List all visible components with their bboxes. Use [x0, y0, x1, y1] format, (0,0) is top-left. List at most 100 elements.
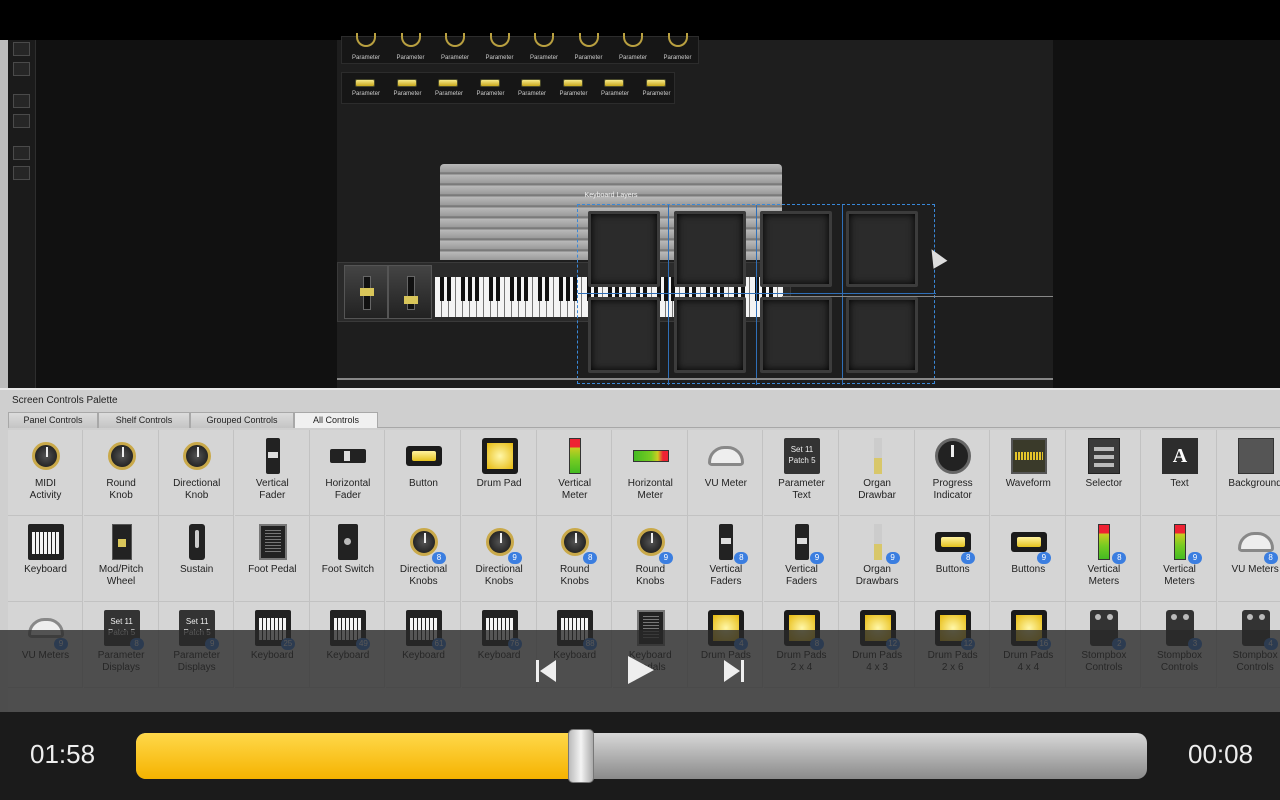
palette-item[interactable]: Waveform [990, 430, 1066, 516]
palette-item[interactable]: Button [386, 430, 461, 516]
palette-item[interactable]: Mod/Pitch Wheel [83, 516, 159, 602]
drum-pads-selection[interactable] [577, 204, 936, 385]
palette-item[interactable]: Foot Switch [310, 516, 386, 602]
button-led-icon [562, 79, 583, 87]
tab-grouped-controls[interactable]: Grouped Controls [190, 412, 294, 428]
tool-icon[interactable] [13, 114, 30, 128]
palette-item[interactable]: Horizontal Fader [310, 430, 386, 516]
palette-item[interactable]: 8 Directional Knobs [386, 516, 461, 602]
tab-panel-controls[interactable]: Panel Controls [8, 412, 98, 428]
palette-item[interactable]: 9 Buttons [990, 516, 1066, 602]
layout-canvas[interactable]: Parameter Parameter Parameter Parameter Para… [36, 33, 1280, 388]
black-key[interactable] [538, 277, 542, 301]
parameter-control[interactable]: Parameter [386, 75, 430, 105]
pitch-wheel[interactable] [344, 265, 388, 319]
parameter-control[interactable]: Parameter [344, 75, 388, 105]
palette-item[interactable]: Vertical Meter [537, 430, 613, 516]
parameter-control[interactable]: Parameter [344, 33, 388, 69]
black-key[interactable] [545, 277, 549, 301]
palette-item[interactable]: Background [1217, 430, 1280, 516]
palette-item[interactable]: 9 Vertical Faders [764, 516, 839, 602]
tool-icon[interactable] [13, 94, 30, 108]
black-key[interactable] [468, 277, 472, 301]
palette-item[interactable]: 9 Organ Drawbars [839, 516, 915, 602]
black-key[interactable] [496, 277, 500, 301]
palette-item[interactable]: Drum Pad [461, 430, 537, 516]
drum-pad[interactable] [846, 211, 918, 287]
panel-workarea[interactable]: Parameter Parameter Parameter Parameter Para… [337, 33, 1053, 388]
tool-icon[interactable] [13, 42, 30, 56]
palette-item[interactable]: Horizontal Meter [612, 430, 688, 516]
palette-item[interactable]: 9 Directional Knobs [461, 516, 537, 602]
scrubber-thumb[interactable] [567, 729, 594, 783]
drum-pad[interactable] [674, 297, 746, 373]
parameter-control[interactable]: Parameter [433, 33, 477, 69]
mod-wheel[interactable] [388, 265, 432, 319]
parameter-control[interactable]: Parameter [522, 33, 566, 69]
black-key[interactable] [489, 277, 493, 301]
palette-item[interactable]: Foot Pedal [234, 516, 310, 602]
palette-item[interactable]: Progress Indicator [915, 430, 991, 516]
drum-pad[interactable] [760, 297, 832, 373]
play-button[interactable] [626, 655, 654, 685]
palette-item[interactable]: 8 Buttons [915, 516, 991, 602]
black-key[interactable] [510, 277, 514, 301]
black-key[interactable] [475, 277, 479, 301]
parameter-button-row[interactable]: Parameter Parameter Parameter Parameter Para… [341, 72, 675, 104]
black-key[interactable] [447, 277, 451, 301]
parameter-control[interactable]: Parameter [611, 33, 655, 69]
tab-shelf-controls[interactable]: Shelf Controls [98, 412, 190, 428]
palette-item[interactable]: Organ Drawbar [839, 430, 915, 516]
parameter-control[interactable]: Parameter [469, 75, 513, 105]
black-key[interactable] [440, 277, 444, 301]
palette-item-label: Directional Knobs [399, 564, 448, 587]
tab-all-controls[interactable]: All Controls [294, 412, 378, 428]
tool-icon[interactable] [13, 62, 30, 76]
palette-item[interactable]: 9 Round Knobs [612, 516, 688, 602]
palette-item[interactable]: MIDI Activity [8, 430, 83, 516]
palette-item[interactable]: Vertical Fader [234, 430, 310, 516]
drum-pad[interactable] [588, 297, 660, 373]
black-key[interactable] [524, 277, 528, 301]
parameter-control[interactable]: Parameter [478, 33, 522, 69]
parameter-control[interactable]: Parameter [635, 75, 679, 105]
palette-item[interactable]: 8 Vertical Meters [1066, 516, 1142, 602]
next-track-button[interactable] [722, 658, 746, 684]
parameter-control[interactable]: Parameter [552, 75, 596, 105]
palette-item-label: Buttons [935, 564, 970, 575]
black-key[interactable] [559, 277, 563, 301]
button-icon [935, 532, 972, 552]
palette-item[interactable]: 8 Vertical Faders [688, 516, 764, 602]
vertical-fader-icon [719, 524, 734, 560]
tool-icon[interactable] [13, 166, 30, 180]
black-key[interactable] [461, 277, 465, 301]
parameter-control[interactable]: Parameter [427, 75, 471, 105]
parameter-control[interactable]: Parameter [567, 33, 611, 69]
drum-pad[interactable] [846, 297, 918, 373]
palette-item[interactable]: Set 11 Patch 5 Parameter Text [764, 430, 839, 516]
parameter-label: Parameter [434, 91, 463, 97]
tool-icon[interactable] [13, 146, 30, 160]
palette-item[interactable]: VU Meter [688, 430, 764, 516]
drum-pad[interactable] [674, 211, 746, 287]
parameter-control[interactable]: Parameter [593, 75, 637, 105]
drum-pad[interactable] [760, 211, 832, 287]
parameter-control[interactable]: Parameter [389, 33, 433, 69]
palette-item[interactable]: 9 Vertical Meters [1142, 516, 1217, 602]
palette-item[interactable]: Keyboard [8, 516, 83, 602]
palette-item[interactable]: Sustain [159, 516, 235, 602]
palette-item[interactable]: Selector [1066, 430, 1142, 516]
previous-track-button[interactable] [534, 658, 558, 684]
drum-pad[interactable] [588, 211, 660, 287]
parameter-knob-row[interactable]: Parameter Parameter Parameter Parameter Para… [341, 33, 699, 64]
palette-item[interactable]: A Text [1142, 430, 1217, 516]
palette-item[interactable]: 8 VU Meters [1217, 516, 1280, 602]
palette-item[interactable]: Round Knob [83, 430, 159, 516]
black-key[interactable] [517, 277, 521, 301]
progress-track[interactable] [136, 733, 1147, 779]
palette-item[interactable]: Directional Knob [159, 430, 235, 516]
black-key[interactable] [566, 277, 570, 301]
parameter-control[interactable]: Parameter [510, 75, 554, 105]
parameter-control[interactable]: Parameter [656, 33, 700, 69]
palette-item[interactable]: 8 Round Knobs [537, 516, 613, 602]
